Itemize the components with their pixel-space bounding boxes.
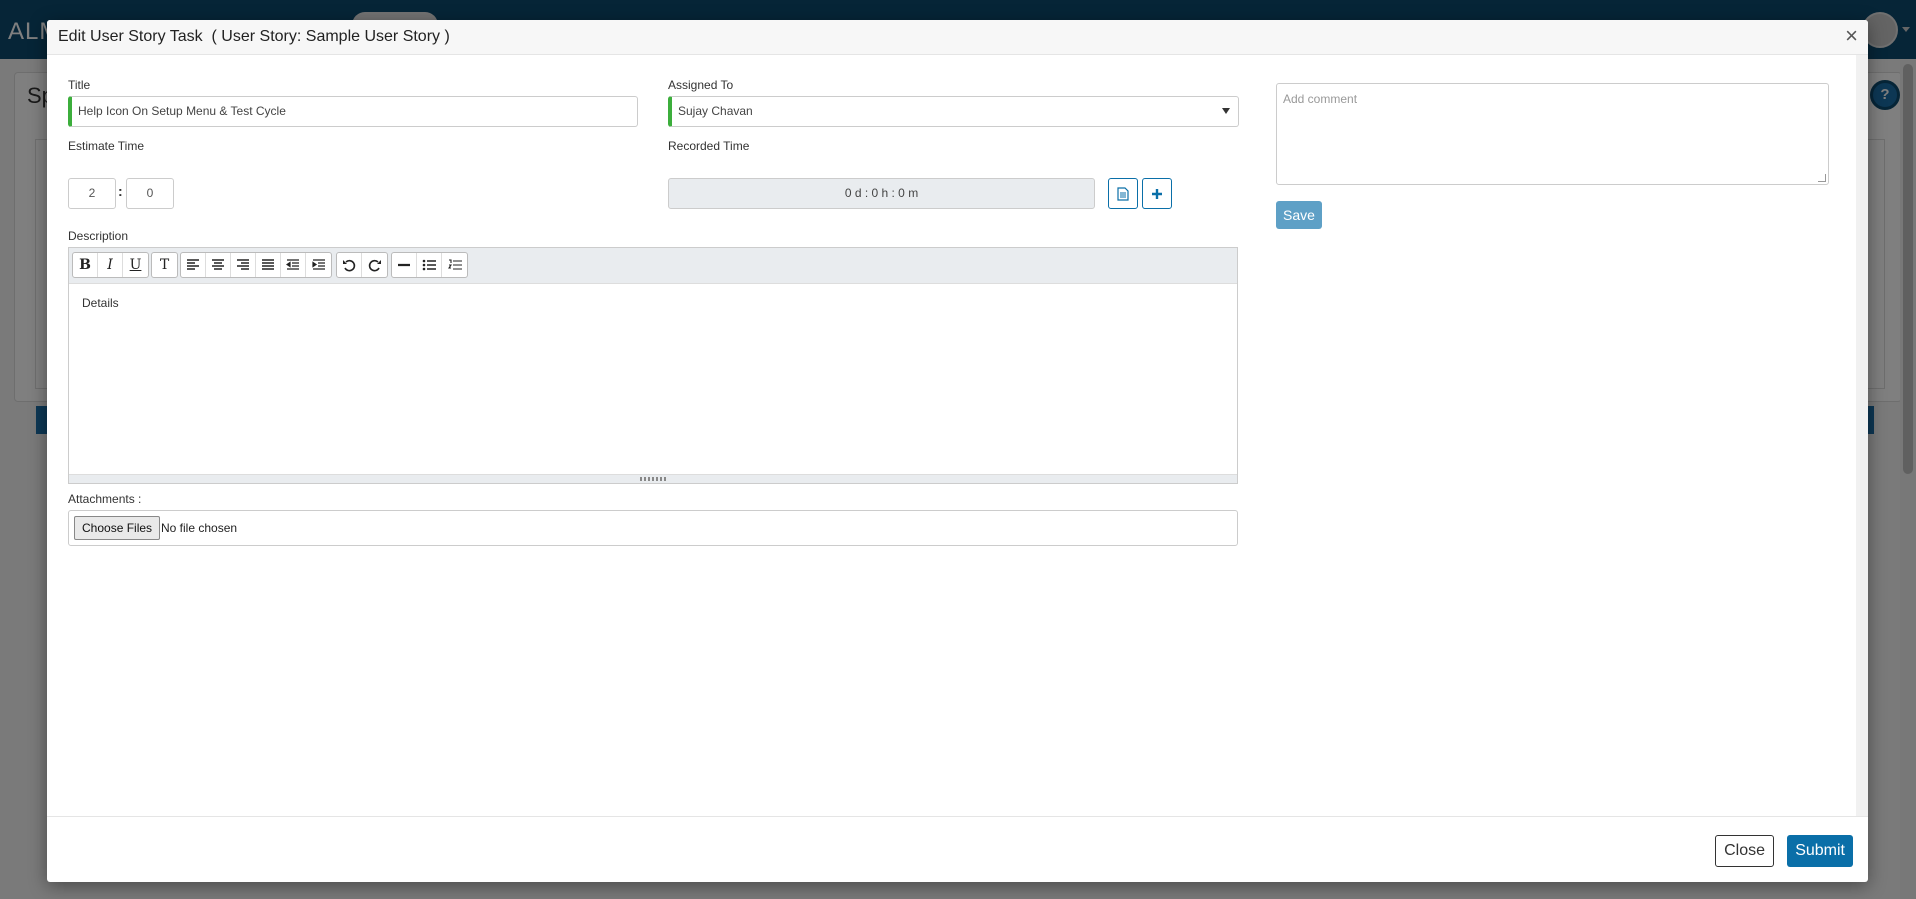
recorded-time-label: Recorded Time	[668, 139, 750, 153]
numbered-list-icon[interactable]	[442, 253, 467, 277]
close-button[interactable]: Close	[1715, 835, 1774, 867]
estimate-hours-input[interactable]: 2	[68, 178, 116, 209]
italic-icon[interactable]: I	[98, 253, 123, 277]
grip-icon	[640, 477, 666, 481]
attachments-field: Choose Files No file chosen	[68, 510, 1238, 546]
toolbar-insert-group	[391, 252, 468, 278]
horizontal-rule-icon[interactable]	[392, 253, 417, 277]
assigned-to-select[interactable]: Sujay Chavan	[668, 96, 1239, 127]
toolbar-size-group: T	[151, 252, 178, 278]
redo-icon[interactable]	[362, 253, 387, 277]
modal-scrollbar[interactable]	[1856, 55, 1868, 817]
close-icon[interactable]: ×	[1845, 23, 1858, 49]
resize-grip-icon[interactable]	[1818, 174, 1826, 182]
modal-header: Edit User Story Task ( User Story: Sampl…	[47, 20, 1868, 55]
description-editor: B I U T Details	[68, 247, 1238, 484]
title-input[interactable]: Help Icon On Setup Menu & Test Cycle	[68, 96, 638, 127]
undo-icon[interactable]	[337, 253, 362, 277]
toolbar-history-group	[336, 252, 388, 278]
description-text[interactable]: Details	[82, 296, 119, 310]
estimate-time-label: Estimate Time	[68, 139, 145, 153]
editor-toolbar: B I U T	[69, 248, 1237, 284]
attachments-label: Attachments :	[68, 492, 142, 506]
time-log-button[interactable]	[1108, 178, 1138, 209]
add-time-button[interactable]	[1142, 178, 1172, 209]
estimate-separator: :	[118, 183, 123, 199]
align-center-icon[interactable]	[206, 253, 231, 277]
assigned-to-label: Assigned To	[668, 78, 734, 92]
align-right-icon[interactable]	[231, 253, 256, 277]
modal-title: Edit User Story Task ( User Story: Sampl…	[58, 28, 450, 45]
outdent-icon[interactable]	[281, 253, 306, 277]
underline-icon[interactable]: U	[123, 253, 148, 277]
align-left-icon[interactable]	[181, 253, 206, 277]
bulleted-list-icon[interactable]	[417, 253, 442, 277]
recorded-time-field: 0 d : 0 h : 0 m	[668, 178, 1095, 209]
chevron-down-icon	[1222, 108, 1230, 114]
font-size-icon[interactable]: T	[152, 253, 177, 277]
estimate-minutes-input[interactable]: 0	[126, 178, 174, 209]
bold-icon[interactable]: B	[73, 253, 98, 277]
description-label: Description	[68, 229, 129, 243]
title-label: Title	[68, 78, 91, 92]
choose-files-button[interactable]: Choose Files	[74, 516, 161, 540]
edit-task-modal: Edit User Story Task ( User Story: Sampl…	[47, 20, 1868, 882]
comment-placeholder: Add comment	[1283, 92, 1358, 106]
assigned-to-value: Sujay Chavan	[678, 104, 753, 118]
indent-icon[interactable]	[306, 253, 331, 277]
align-justify-icon[interactable]	[256, 253, 281, 277]
editor-resize-handle[interactable]	[69, 474, 1237, 483]
toolbar-format-group: B I U	[72, 252, 149, 278]
comment-textarea[interactable]: Add comment	[1276, 83, 1829, 185]
toolbar-align-group	[180, 252, 332, 278]
modal-footer: Close Submit	[47, 816, 1868, 882]
plus-icon	[1152, 188, 1162, 199]
submit-button[interactable]: Submit	[1787, 835, 1853, 867]
save-comment-button[interactable]: Save	[1276, 201, 1322, 229]
file-status: No file chosen	[161, 521, 238, 535]
document-icon	[1117, 186, 1129, 201]
